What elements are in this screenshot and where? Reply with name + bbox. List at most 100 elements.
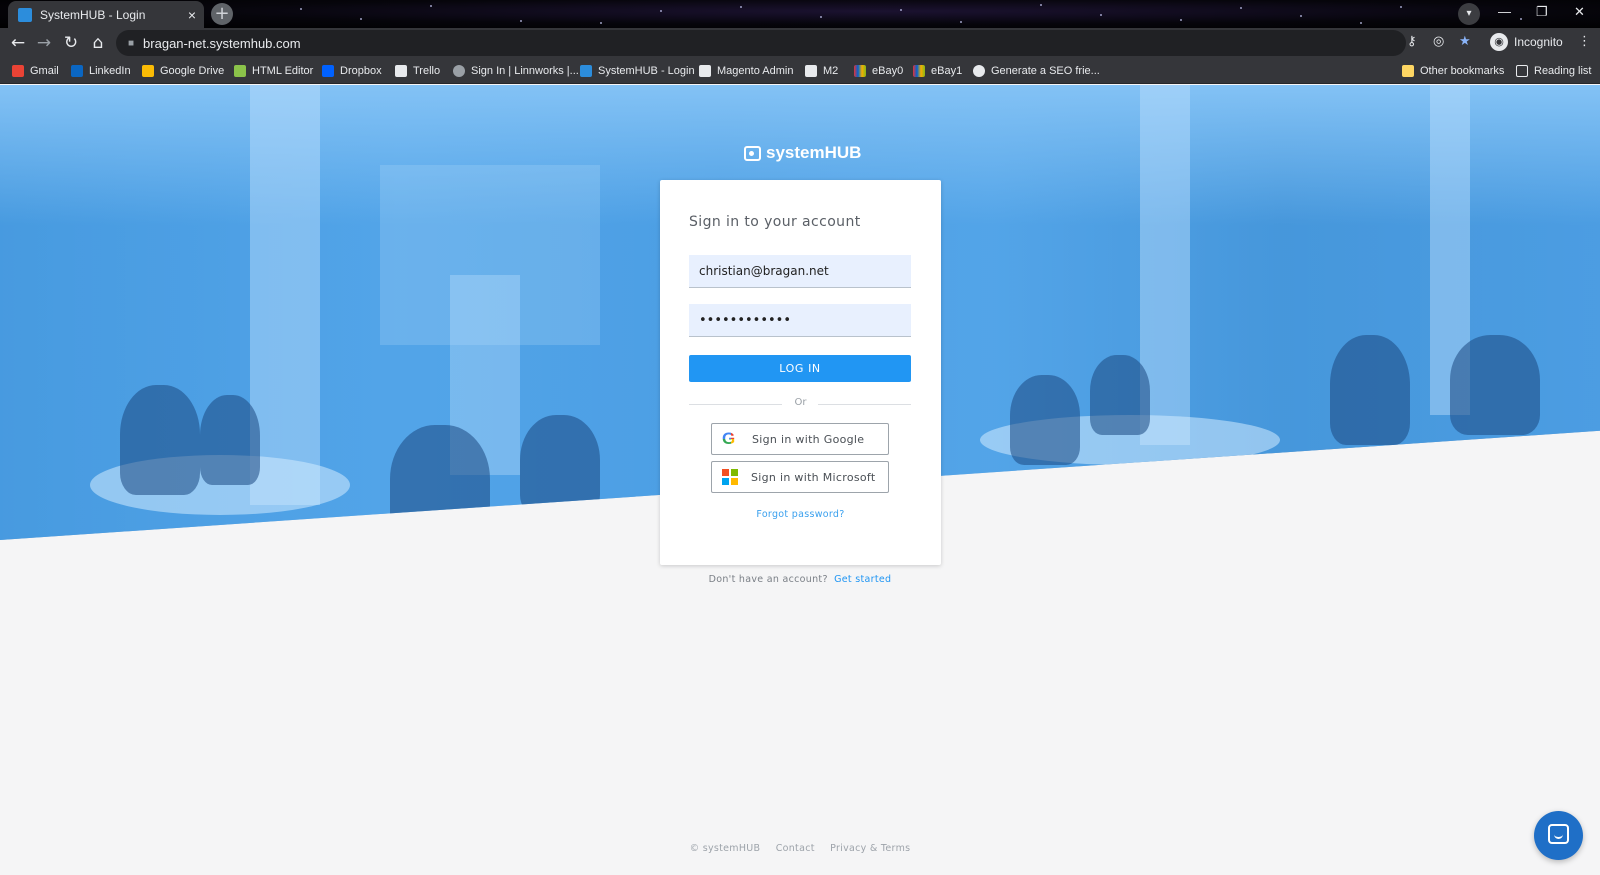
privacy-terms-link[interactable]: Privacy & Terms — [830, 843, 910, 854]
or-label: Or — [794, 397, 807, 408]
attendee — [1010, 375, 1080, 465]
attendee — [1330, 335, 1410, 445]
ebay-icon — [854, 65, 866, 77]
bookmark-dropbox[interactable]: Dropbox — [322, 62, 382, 80]
attendee — [1090, 355, 1150, 435]
reading-list[interactable]: Reading list — [1516, 62, 1591, 80]
bookmark-m2[interactable]: M2 — [805, 62, 838, 80]
bookmark-linnworks[interactable]: Sign In | Linnworks |... — [453, 62, 579, 80]
star — [360, 18, 362, 20]
login-button[interactable]: LOG IN — [689, 355, 911, 382]
divider-right — [818, 404, 911, 405]
close-window-button[interactable]: ✕ — [1574, 4, 1585, 20]
login-title: Sign in to your account — [689, 214, 861, 230]
bookmark-label: HTML Editor — [252, 65, 314, 77]
forward-icon[interactable]: → — [33, 32, 55, 54]
star — [1240, 7, 1242, 9]
google-button-label: Sign in with Google — [752, 432, 865, 446]
bookmark-label: SystemHUB - Login — [598, 65, 695, 77]
other-bookmarks[interactable]: Other bookmarks — [1402, 62, 1504, 80]
bookmark-systemhub[interactable]: SystemHUB - Login — [580, 62, 695, 80]
password-field[interactable] — [689, 304, 911, 337]
dropbox-icon — [322, 65, 334, 77]
attendee — [390, 425, 490, 540]
linnworks-icon — [453, 65, 465, 77]
seo-icon — [973, 65, 985, 77]
footer-copyright: © systemHUB — [689, 843, 761, 854]
lock-icon: ■ — [128, 37, 135, 49]
new-tab-button[interactable]: + — [211, 3, 233, 25]
bookmark-trello[interactable]: Trello — [395, 62, 440, 80]
folder-icon — [1402, 65, 1414, 77]
incognito-icon: ◉ — [1490, 33, 1508, 51]
bookmark-magento-admin[interactable]: Magento Admin — [699, 62, 793, 80]
bookmark-label: eBay0 — [872, 65, 904, 77]
systemhub-logo: systemHUB — [744, 143, 861, 163]
linkedin-icon — [71, 65, 83, 77]
minimize-button[interactable]: — — [1498, 4, 1511, 19]
star — [1520, 18, 1522, 20]
attendee — [120, 385, 200, 495]
bookmark-label: Google Drive — [160, 65, 225, 77]
google-icon: G — [722, 430, 740, 448]
reload-icon[interactable]: ↻ — [60, 32, 82, 54]
systemhub-icon — [580, 65, 592, 77]
restore-button[interactable]: ❐ — [1536, 4, 1548, 20]
page-footer: © systemHUB Contact Privacy & Terms — [0, 843, 1600, 854]
forgot-password-link[interactable]: Forgot password? — [660, 509, 941, 520]
bookmark-google-drive[interactable]: Google Drive — [142, 62, 224, 80]
bookmark-label: Gmail — [30, 65, 59, 77]
tab-search-icon[interactable]: ▾ — [1458, 3, 1480, 25]
bookmark-ebay1[interactable]: eBay1 — [913, 62, 962, 80]
eye-off-icon[interactable]: ◎ — [1433, 34, 1444, 49]
attendee — [1450, 335, 1540, 435]
reading-list-icon — [1516, 65, 1528, 77]
trello-icon — [395, 65, 407, 77]
get-started-link[interactable]: Get started — [834, 574, 891, 585]
star — [660, 10, 662, 12]
bookmark-label: Other bookmarks — [1420, 65, 1505, 77]
microsoft-signin-button[interactable]: Sign in with Microsoft — [711, 461, 889, 493]
bookmark-seo[interactable]: Generate a SEO frie... — [973, 62, 1100, 80]
address-bar[interactable]: ■ bragan-net.systemhub.com — [116, 30, 1406, 56]
incognito-badge[interactable]: ◉ Incognito — [1490, 33, 1563, 51]
close-tab-icon[interactable]: × — [188, 7, 196, 23]
attendee — [520, 415, 600, 515]
star — [600, 22, 602, 24]
bookmark-label: M2 — [823, 65, 839, 77]
browser-tab[interactable]: SystemHUB - Login × — [8, 1, 204, 28]
star-icon[interactable]: ★ — [1459, 34, 1471, 49]
microsoft-icon — [722, 469, 738, 485]
browser-toolbar: ← → ↻ ⌂ ■ bragan-net.systemhub.com ⚷ ◎ ★… — [0, 28, 1600, 58]
email-field[interactable] — [689, 255, 911, 288]
bookmark-label: Magento Admin — [717, 65, 794, 77]
menu-icon[interactable]: ⋮ — [1578, 34, 1591, 49]
gmail-icon — [12, 65, 24, 77]
signup-text: Don't have an account? — [708, 574, 828, 585]
star — [1360, 22, 1362, 24]
bookmark-label: eBay1 — [931, 65, 963, 77]
bookmark-linkedin[interactable]: LinkedIn — [71, 62, 131, 80]
star — [300, 8, 302, 10]
bookmark-gmail[interactable]: Gmail — [12, 62, 59, 80]
key-icon[interactable]: ⚷ — [1407, 34, 1417, 49]
home-icon[interactable]: ⌂ — [87, 32, 109, 54]
google-drive-icon — [142, 65, 154, 77]
star — [1100, 14, 1102, 16]
m2-icon — [805, 65, 817, 77]
pillar — [250, 85, 320, 505]
back-icon[interactable]: ← — [7, 32, 29, 54]
tab-title: SystemHUB - Login — [40, 7, 146, 22]
star — [1180, 19, 1182, 21]
bookmark-ebay0[interactable]: eBay0 — [854, 62, 903, 80]
star — [430, 5, 432, 7]
bookmark-html-editor[interactable]: HTML Editor — [234, 62, 313, 80]
bookmark-label: Generate a SEO frie... — [991, 65, 1100, 77]
bookmark-label: Dropbox — [340, 65, 382, 77]
star — [740, 6, 742, 8]
bookmark-label: LinkedIn — [89, 65, 131, 77]
google-signin-button[interactable]: G Sign in with Google — [711, 423, 889, 455]
chat-launcher-button[interactable] — [1534, 811, 1583, 860]
systemhub-logo-icon — [744, 145, 761, 161]
contact-link[interactable]: Contact — [776, 843, 815, 854]
